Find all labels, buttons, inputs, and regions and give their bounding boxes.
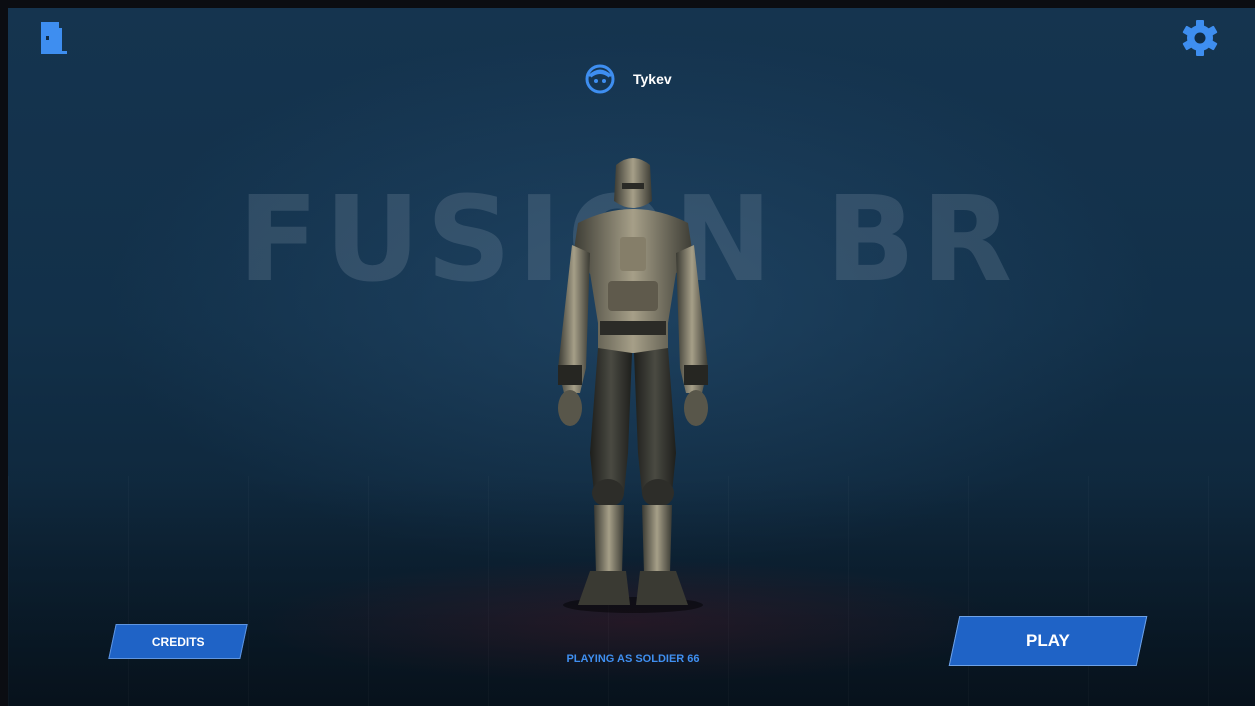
- soldier-character-model: [558, 158, 708, 613]
- character-status-text: PLAYING AS SOLDIER 66: [566, 653, 700, 665]
- credits-button[interactable]: CREDITS: [108, 624, 248, 659]
- username: Tykev: [633, 71, 672, 87]
- gear-icon[interactable]: [1180, 18, 1220, 58]
- credits-button-label: CREDITS: [151, 634, 205, 649]
- exit-door-icon[interactable]: [38, 20, 70, 56]
- face-icon: [585, 64, 615, 94]
- player-profile[interactable]: Tykev: [585, 64, 672, 94]
- game-main-menu: FUSION BR Tykev CREDITS PLAYING AS SOLDI…: [8, 8, 1255, 706]
- play-button[interactable]: PLAY: [948, 616, 1148, 666]
- play-button-label: PLAY: [1026, 631, 1070, 650]
